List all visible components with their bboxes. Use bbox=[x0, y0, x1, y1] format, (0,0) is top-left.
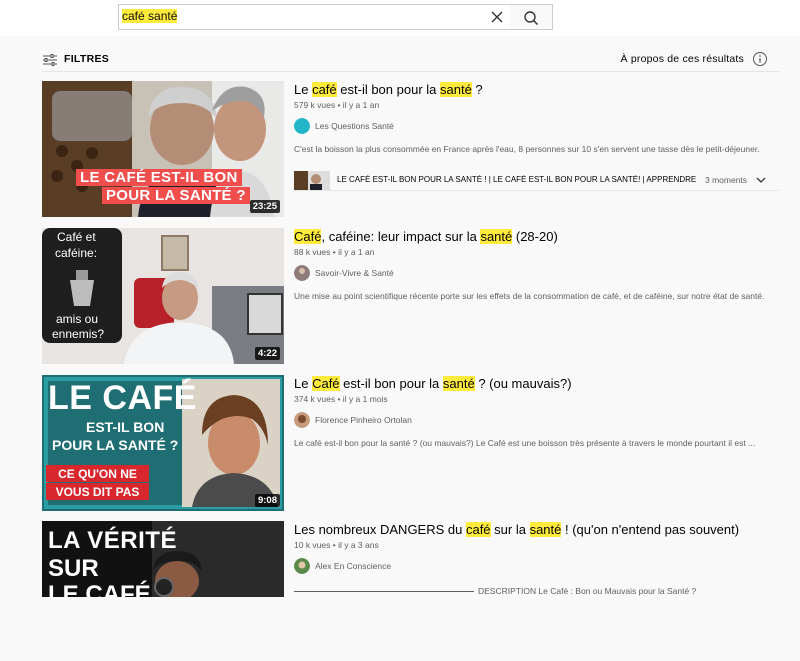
video-title[interactable]: Le café est-il bon pour la santé ? bbox=[294, 82, 784, 98]
thumbnail-caption: LE CAFÉ EST-IL BON bbox=[76, 169, 242, 186]
thumbnail-caption: EST-IL BON bbox=[86, 419, 165, 435]
title-highlight: santé bbox=[529, 522, 562, 537]
title-text: Les nombreux DANGERS du bbox=[294, 522, 466, 537]
video-thumbnail[interactable]: LE CAFÉ EST-IL BON POUR LA SANTÉ ? 23:25 bbox=[42, 81, 284, 217]
channel-name[interactable]: Les Questions Santé bbox=[315, 121, 394, 131]
avatar[interactable] bbox=[294, 118, 310, 134]
video-thumbnail[interactable]: Café et caféine: amis ou ennemis? 4:22 bbox=[42, 228, 284, 364]
search-query-text: café santé bbox=[122, 9, 178, 23]
title-text: ? (ou mauvais?) bbox=[474, 376, 572, 391]
search-input[interactable]: café santé bbox=[118, 4, 511, 30]
video-description: DESCRIPTION Le Café : Bon ou Mauvais pou… bbox=[478, 586, 697, 596]
channel-name[interactable]: Florence Pinheiro Ortolan bbox=[315, 415, 412, 425]
channel-name[interactable]: Savoir-Vivre & Santé bbox=[315, 268, 394, 278]
title-highlight: café bbox=[312, 82, 337, 97]
chapter-title: LE CAFÉ EST-IL BON POUR LA SANTÉ ! | LE … bbox=[337, 175, 697, 184]
video-description: Le café est-il bon pour la santé ? (ou m… bbox=[294, 438, 756, 448]
chapter-thumbnail bbox=[294, 171, 330, 190]
channel-name[interactable]: Alex En Conscience bbox=[315, 561, 391, 571]
title-text: est-il bon pour la bbox=[339, 376, 443, 391]
video-result[interactable]: Café et caféine: amis ou ennemis? 4:22 C… bbox=[42, 228, 787, 368]
thumbnail-caption: caféine: bbox=[55, 246, 98, 260]
channel-link[interactable]: Savoir-Vivre & Santé bbox=[294, 265, 784, 281]
thumbnail-caption: Café et bbox=[57, 230, 96, 244]
filters-icon[interactable] bbox=[42, 52, 58, 68]
video-description: C'est la boisson la plus consommée en Fr… bbox=[294, 144, 760, 154]
search-icon bbox=[524, 11, 539, 26]
thumbnail-caption: ennemis? bbox=[52, 327, 105, 341]
video-info: Café, caféine: leur impact sur la santé … bbox=[294, 228, 784, 301]
title-text: ? bbox=[471, 82, 483, 97]
filters-bar: FILTRES À propos de ces résultats bbox=[42, 50, 782, 70]
channel-link[interactable]: Alex En Conscience bbox=[294, 558, 784, 574]
channel-link[interactable]: Florence Pinheiro Ortolan bbox=[294, 412, 784, 428]
video-meta: 374 k vues • il y a 1 mois bbox=[294, 394, 388, 404]
close-icon[interactable] bbox=[485, 5, 509, 29]
video-result[interactable]: LA VÉRITÉ SUR LE CAFÉ Les nombreux DANGE… bbox=[42, 521, 787, 661]
title-highlight: santé bbox=[480, 229, 513, 244]
chevron-down-icon[interactable] bbox=[754, 173, 768, 187]
avatar[interactable] bbox=[294, 412, 310, 428]
duration-badge: 23:25 bbox=[249, 200, 280, 213]
video-description-row: DESCRIPTION Le Café : Bon ou Mauvais pou… bbox=[294, 586, 784, 596]
video-meta: 88 k vues • il y a 1 an bbox=[294, 247, 375, 257]
video-info: Le Café est-il bon pour la santé ? (ou m… bbox=[294, 375, 784, 448]
video-thumbnail[interactable]: LA VÉRITÉ SUR LE CAFÉ bbox=[42, 521, 284, 597]
thumbnail-caption: amis ou bbox=[56, 312, 99, 326]
avatar[interactable] bbox=[294, 558, 310, 574]
title-highlight: Café bbox=[294, 229, 322, 244]
title-text: Le bbox=[294, 82, 313, 97]
video-description: Une mise au point scientifique récente p… bbox=[294, 291, 765, 301]
thumbnail-caption: CE QU'ON NE bbox=[46, 465, 149, 482]
channel-link[interactable]: Les Questions Santé bbox=[294, 118, 784, 134]
search-button[interactable] bbox=[510, 4, 553, 30]
video-meta: 10 k vues • il y a 3 ans bbox=[294, 540, 379, 550]
thumbnail-caption: POUR LA SANTÉ ? bbox=[52, 437, 179, 453]
thumbnail-caption: LE CAFÉ bbox=[48, 379, 197, 417]
title-highlight: santé bbox=[440, 82, 472, 97]
about-results-link[interactable]: À propos de ces résultats bbox=[621, 53, 744, 65]
video-result[interactable]: LE CAFÉ EST-IL BON POUR LA SANTÉ ? 23:25… bbox=[42, 81, 787, 221]
title-highlight: Café bbox=[312, 376, 340, 391]
thumbnail-caption: POUR LA SANTÉ ? bbox=[102, 187, 250, 204]
video-result[interactable]: LE CAFÉ EST-IL BON POUR LA SANTÉ ? CE QU… bbox=[42, 375, 787, 515]
video-title[interactable]: Les nombreux DANGERS du café sur la sant… bbox=[294, 522, 784, 538]
masthead: café santé bbox=[0, 0, 800, 36]
thumbnail-caption: LE CAFÉ bbox=[48, 581, 151, 597]
divider bbox=[42, 71, 780, 72]
duration-badge: 4:22 bbox=[254, 347, 280, 360]
video-info: Le café est-il bon pour la santé ? 579 k… bbox=[294, 81, 784, 191]
video-title[interactable]: Café, caféine: leur impact sur la santé … bbox=[294, 229, 784, 245]
title-text: , caféine: leur impact sur la bbox=[321, 229, 481, 244]
video-title[interactable]: Le Café est-il bon pour la santé ? (ou m… bbox=[294, 376, 784, 392]
title-text: ! (qu'on n'entend pas souvent) bbox=[561, 522, 740, 537]
duration-badge: 9:08 bbox=[254, 494, 280, 507]
video-thumbnail[interactable]: LE CAFÉ EST-IL BON POUR LA SANTÉ ? CE QU… bbox=[42, 375, 284, 511]
title-text: est-il bon pour la bbox=[336, 82, 440, 97]
title-text: sur la bbox=[490, 522, 530, 537]
title-text: (28-20) bbox=[512, 229, 558, 244]
thumbnail-caption: LA VÉRITÉ bbox=[48, 527, 177, 554]
thumbnail-caption: SUR bbox=[48, 555, 99, 582]
divider bbox=[294, 590, 474, 592]
avatar[interactable] bbox=[294, 265, 310, 281]
filters-button[interactable]: FILTRES bbox=[64, 53, 109, 65]
title-highlight: santé bbox=[442, 376, 475, 391]
title-highlight: café bbox=[465, 522, 491, 537]
chapters-bar[interactable]: LE CAFÉ EST-IL BON POUR LA SANTÉ ! | LE … bbox=[294, 169, 779, 191]
video-info: Les nombreux DANGERS du café sur la sant… bbox=[294, 521, 784, 596]
title-text: Le bbox=[294, 376, 313, 391]
chapter-count: 3 moments bbox=[705, 175, 748, 185]
thumbnail-caption: VOUS DIT PAS bbox=[46, 483, 149, 500]
video-meta: 579 k vues • il y a 1 an bbox=[294, 100, 380, 110]
info-icon[interactable] bbox=[752, 51, 768, 67]
